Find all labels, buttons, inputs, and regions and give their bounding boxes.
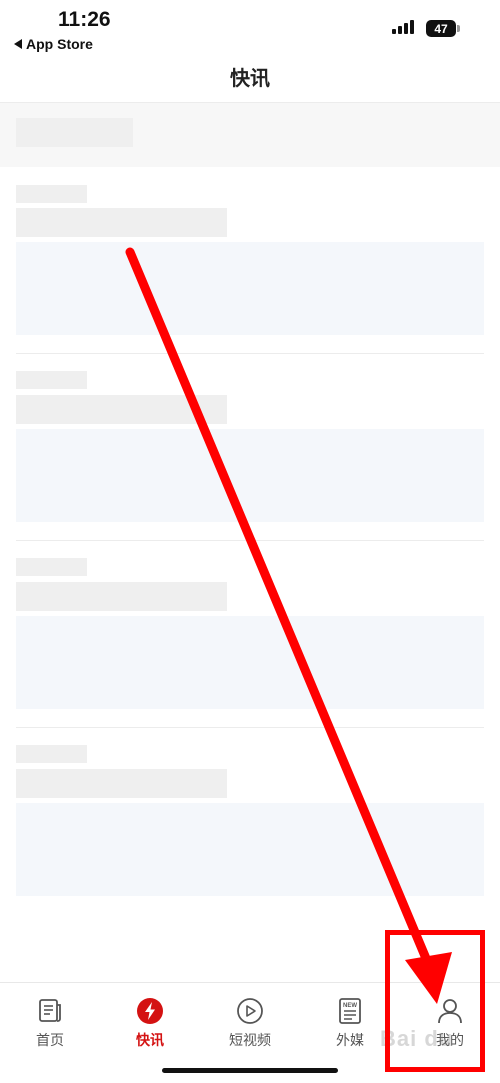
home-indicator	[162, 1068, 338, 1073]
tab-label: 外媒	[336, 1032, 364, 1048]
skeleton-time	[16, 745, 87, 763]
annotation-highlight-box	[385, 930, 485, 1072]
tab-label: 首页	[36, 1032, 64, 1048]
tab-label: 短视频	[229, 1032, 271, 1048]
signal-icon	[392, 20, 414, 34]
back-arrow-icon	[14, 39, 22, 49]
skeleton-title	[16, 208, 227, 237]
skeleton-title	[16, 395, 227, 424]
battery-level: 47	[434, 21, 448, 36]
status-time: 11:26	[58, 8, 111, 31]
skeleton-content	[16, 803, 484, 896]
tab-flash-news[interactable]: 快讯	[100, 996, 200, 1050]
skeleton-content	[16, 429, 484, 522]
play-circle-icon	[237, 998, 263, 1024]
tab-short-video[interactable]: 短视频	[200, 996, 300, 1050]
newspaper-icon	[39, 999, 61, 1022]
back-to-app-store[interactable]: App Store	[14, 36, 93, 52]
new-badge: NEW	[343, 1003, 357, 1009]
skeleton-time	[16, 185, 87, 203]
skeleton-time	[16, 371, 87, 389]
skeleton-content	[16, 242, 484, 335]
back-label: App Store	[26, 36, 93, 52]
skeleton-title	[16, 769, 227, 798]
skeleton-content	[16, 616, 484, 709]
list-divider	[16, 353, 484, 354]
list-divider	[16, 540, 484, 541]
tab-label: 快讯	[136, 1032, 164, 1048]
skeleton-time	[16, 558, 87, 576]
news-new-icon: NEW	[339, 998, 361, 1024]
banner-skeleton	[16, 118, 133, 147]
lightning-icon	[137, 998, 163, 1024]
battery-icon: 47	[426, 20, 456, 37]
page-title: 快讯	[230, 68, 270, 90]
tab-home[interactable]: 首页	[0, 996, 100, 1050]
battery-cap	[457, 25, 460, 32]
list-divider	[16, 727, 484, 728]
skeleton-title	[16, 582, 227, 611]
